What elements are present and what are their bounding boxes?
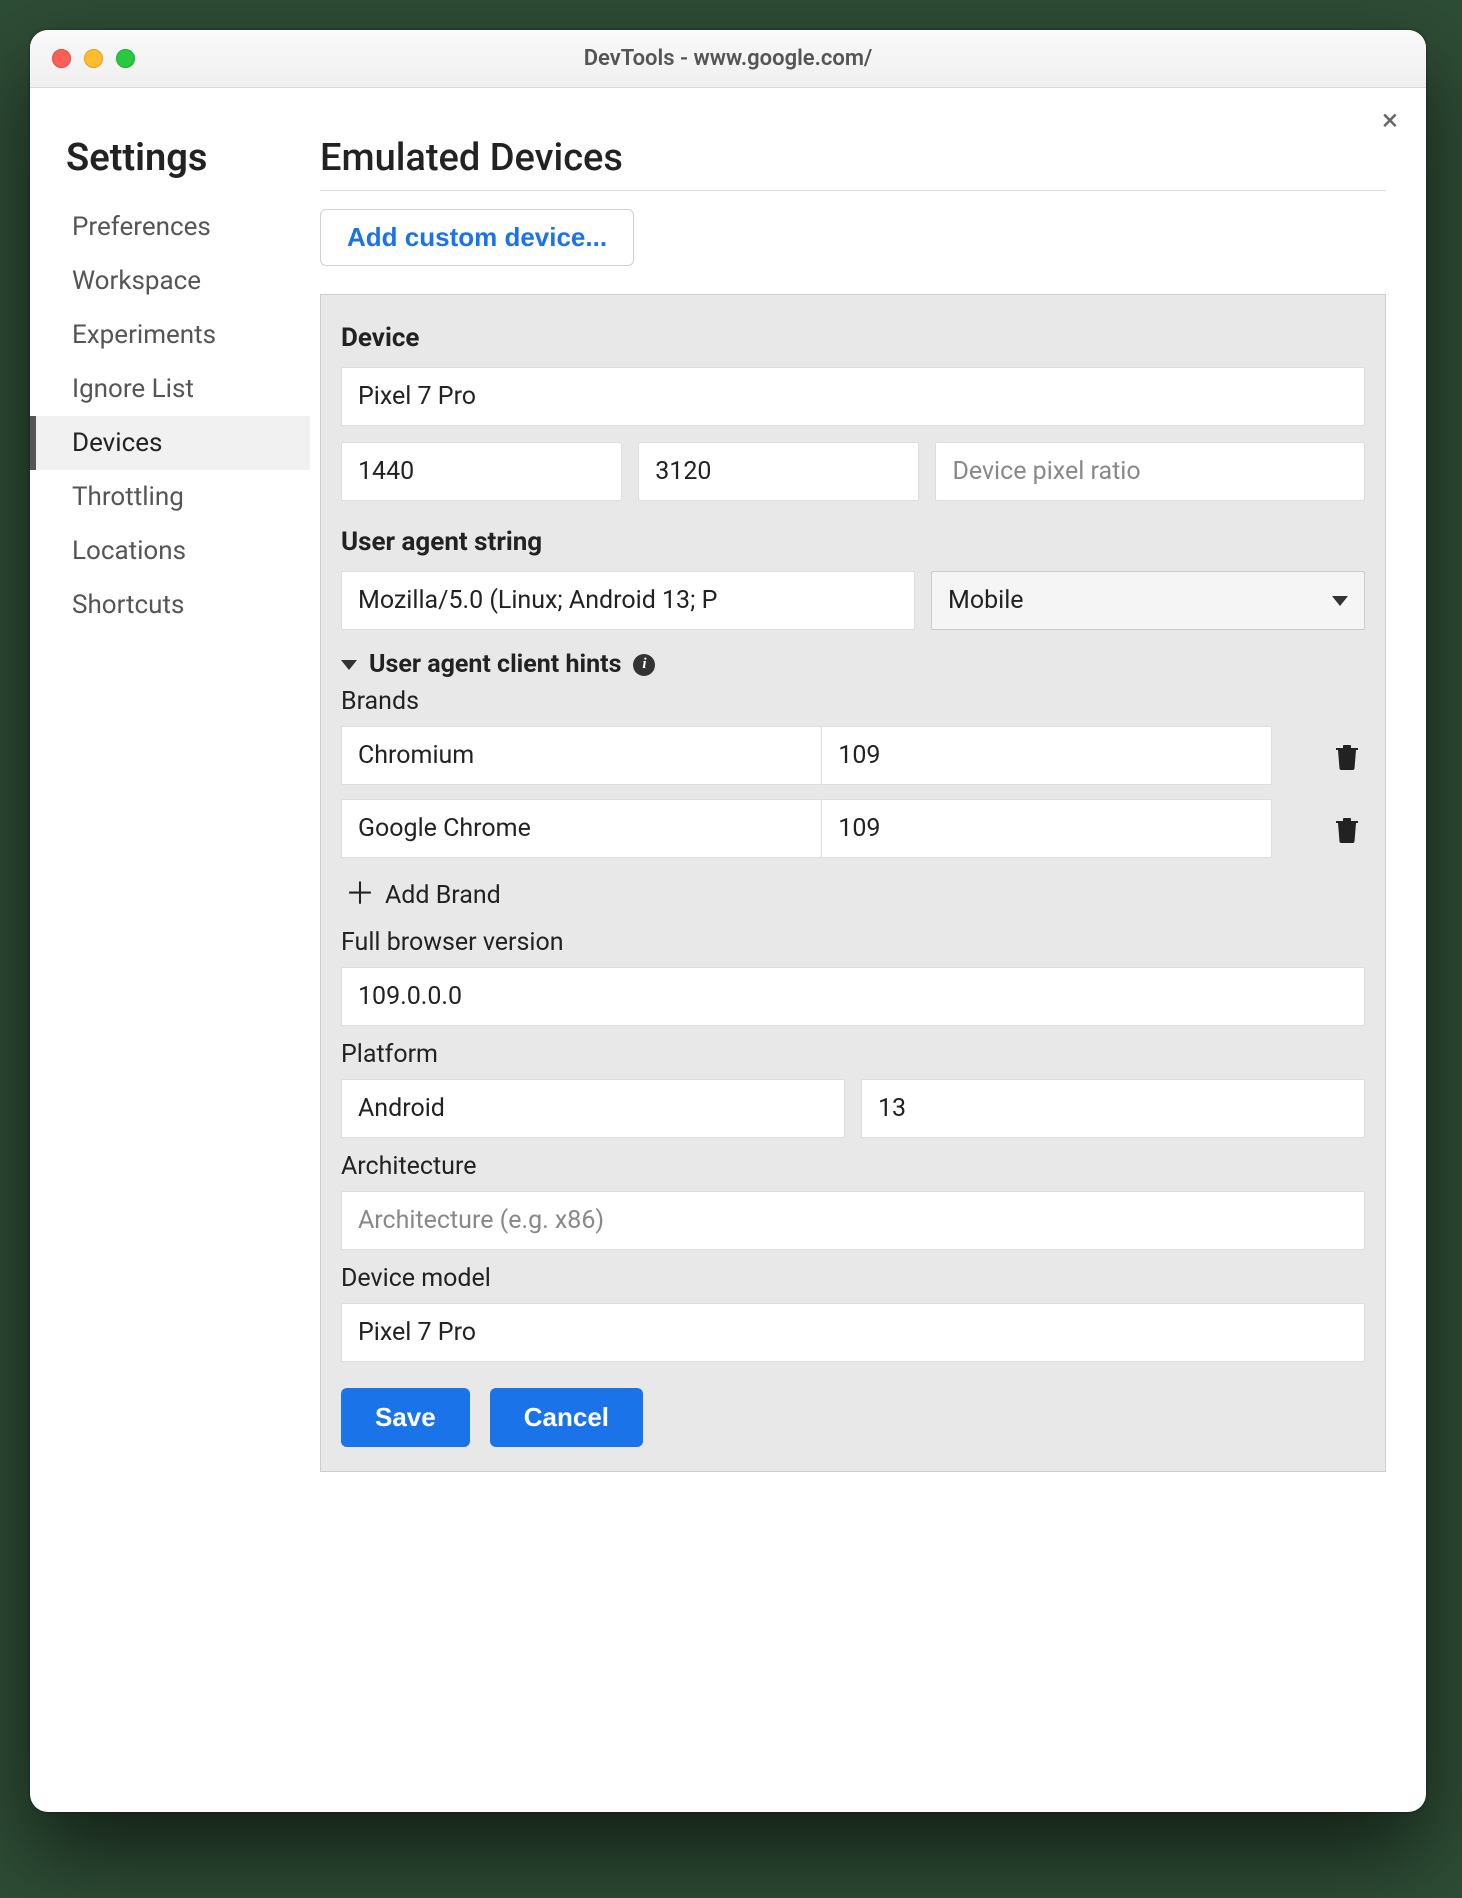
sidebar-item-devices[interactable]: Devices [30,416,310,470]
save-button[interactable]: Save [341,1388,470,1447]
window-title: DevTools - www.google.com/ [30,46,1426,71]
device-editor-panel: Device Pixel 7 Pro 1440 3120 Device pixe… [320,294,1386,1472]
add-brand-button[interactable]: ＋ Add Brand [341,872,1365,914]
sidebar-item-experiments[interactable]: Experiments [30,308,310,362]
ua-type-select[interactable]: Mobile [931,571,1365,630]
brand-name-input[interactable]: Chromium [341,726,822,785]
brand-version-input[interactable]: 109 [821,726,1272,785]
sidebar-item-locations[interactable]: Locations [30,524,310,578]
sidebar-item-workspace[interactable]: Workspace [30,254,310,308]
triangle-down-icon [341,660,357,670]
main-panel: Emulated Devices Add custom device... De… [310,88,1426,1812]
add-custom-device-button[interactable]: Add custom device... [320,209,634,266]
brand-name-input[interactable]: Google Chrome [341,799,822,858]
settings-sidebar: Settings Preferences Workspace Experimen… [30,88,310,1812]
device-section-label: Device [341,323,1365,353]
chevron-down-icon [1332,596,1348,606]
ua-type-value: Mobile [948,586,1024,615]
devtools-window: DevTools - www.google.com/ × Settings Pr… [30,30,1426,1812]
brand-row: Chromium 109 [341,726,1365,785]
platform-name-input[interactable]: Android [341,1079,845,1138]
brand-version-input[interactable]: 109 [821,799,1272,858]
trash-icon [1335,742,1359,770]
device-width-input[interactable]: 1440 [341,442,622,501]
sidebar-heading: Settings [66,136,310,180]
plus-icon: ＋ [345,880,375,910]
close-icon[interactable]: × [1382,106,1398,136]
ua-string-input[interactable]: Mozilla/5.0 (Linux; Android 13; P [341,571,915,630]
sidebar-item-ignore-list[interactable]: Ignore List [30,362,310,416]
platform-version-input[interactable]: 13 [861,1079,1365,1138]
device-model-input[interactable]: Pixel 7 Pro [341,1303,1365,1362]
delete-brand-button[interactable] [1329,815,1365,843]
architecture-input[interactable]: Architecture (e.g. x86) [341,1191,1365,1250]
architecture-label: Architecture [341,1152,1365,1181]
brands-label: Brands [341,687,1365,716]
device-height-input[interactable]: 3120 [638,442,919,501]
device-name-input[interactable]: Pixel 7 Pro [341,367,1365,426]
delete-brand-button[interactable] [1329,742,1365,770]
titlebar: DevTools - www.google.com/ [30,30,1426,88]
full-version-input[interactable]: 109.0.0.0 [341,967,1365,1026]
trash-icon [1335,815,1359,843]
sidebar-item-preferences[interactable]: Preferences [30,200,310,254]
device-model-label: Device model [341,1264,1365,1293]
device-pixel-ratio-input[interactable]: Device pixel ratio [935,442,1365,501]
add-brand-label: Add Brand [385,881,501,910]
page-title: Emulated Devices [320,136,1386,191]
ua-section-label: User agent string [341,527,1365,557]
brand-row: Google Chrome 109 [341,799,1365,858]
info-icon[interactable]: i [633,654,655,676]
sidebar-item-shortcuts[interactable]: Shortcuts [30,578,310,632]
sidebar-item-throttling[interactable]: Throttling [30,470,310,524]
client-hints-label: User agent client hints [369,650,621,679]
cancel-button[interactable]: Cancel [490,1388,643,1447]
platform-label: Platform [341,1040,1365,1069]
full-version-label: Full browser version [341,928,1365,957]
client-hints-disclosure[interactable]: User agent client hints i [341,650,1365,679]
